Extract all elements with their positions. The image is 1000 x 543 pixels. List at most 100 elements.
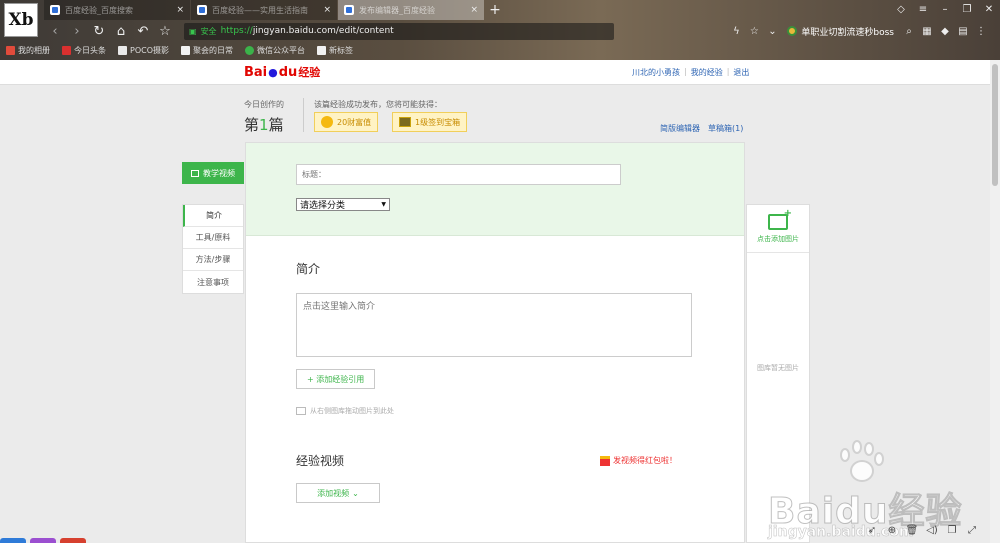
- tab-strip: 百度经验_百度搜索 × 百度经验——实用生活指南 × 发布编辑器_百度经验 × …: [44, 0, 505, 20]
- scrollbar-thumb[interactable]: [992, 64, 998, 186]
- simple-editor-link[interactable]: 简版编辑器: [660, 123, 700, 134]
- add-image-icon: [768, 208, 792, 230]
- bookmark-label: 微信公众平台: [257, 45, 306, 55]
- status-icons: ➶ ⊕ 🗑 ◁) ❐ ⤢: [862, 525, 982, 536]
- add-video-label: 添加视频: [317, 488, 350, 498]
- bookmark-item[interactable]: 新标签: [317, 45, 353, 56]
- today-count-suffix: 篇: [268, 116, 284, 134]
- fullscreen-icon[interactable]: ⤢: [962, 525, 982, 536]
- minimize-icon[interactable]: –: [934, 0, 956, 18]
- intro-heading: 简介: [296, 262, 321, 276]
- grid-icon[interactable]: ▦: [918, 22, 936, 40]
- intro-textarea[interactable]: [296, 293, 692, 357]
- logo-du: du: [278, 65, 298, 80]
- more-icon[interactable]: ⋮: [972, 22, 990, 40]
- tab-favicon: [197, 5, 207, 15]
- section-nav-notes[interactable]: 注意事项: [183, 271, 243, 293]
- today-stats: 今日创作的 第1篇: [244, 99, 284, 135]
- editor-header: 请选择分类 ▼: [246, 143, 744, 236]
- reward-treasure-badge: 1级签到宝箱: [392, 112, 468, 132]
- category-select[interactable]: 请选择分类 ▼: [296, 198, 390, 211]
- chevron-down-icon: ▼: [381, 201, 386, 208]
- drafts-link[interactable]: 草稿箱(1): [708, 123, 743, 134]
- logout-link[interactable]: 退出: [733, 67, 749, 78]
- bookmark-item[interactable]: POCO摄影: [118, 45, 169, 56]
- secure-lock-icon: ▣: [189, 26, 197, 36]
- close-icon[interactable]: ×: [176, 5, 184, 15]
- note-icon[interactable]: ▤: [954, 22, 972, 40]
- add-video-button[interactable]: 添加视频 ⌄: [296, 483, 380, 503]
- today-count: 第1篇: [244, 114, 284, 135]
- section-nav: 简介 工具/原料 方法/步骤 注意事项: [182, 204, 244, 294]
- close-icon[interactable]: ×: [323, 5, 331, 15]
- editor-panel: 请选择分类 ▼ 简介 + 添加经验引用 从右侧图库拖动图片到此处 经验视频 发视…: [245, 142, 745, 543]
- tab-label: 发布编辑器_百度经验: [359, 5, 435, 15]
- menu-icon[interactable]: ≡: [912, 0, 934, 18]
- title-input[interactable]: [296, 164, 621, 185]
- taskbar-app[interactable]: [60, 538, 86, 543]
- taskbar-app[interactable]: [30, 538, 56, 543]
- tab-favicon: [344, 5, 354, 15]
- tab-2[interactable]: 百度经验——实用生活指南 ×: [191, 0, 337, 20]
- search-icon[interactable]: ⌕: [900, 22, 918, 40]
- site-header: Bai ● du 经验 川北的小勇孩 | 我的经验 | 退出: [0, 60, 990, 85]
- section-nav-tools[interactable]: 工具/原料: [183, 227, 243, 249]
- browser-app-logo[interactable]: Xb: [4, 3, 38, 37]
- search-engine-label: 单职业切割流速秒boss: [801, 27, 894, 38]
- reload-icon[interactable]: ↻: [88, 21, 110, 41]
- red-packet-promo[interactable]: 发视频得红包啦！: [600, 455, 677, 466]
- section-nav-steps[interactable]: 方法/步骤: [183, 249, 243, 271]
- skin-icon[interactable]: ◇: [890, 0, 912, 18]
- close-icon[interactable]: ×: [470, 5, 478, 15]
- window-icon[interactable]: ❐: [942, 525, 962, 536]
- page-scrollbar[interactable]: [990, 60, 1000, 543]
- baidu-jingyan-logo[interactable]: Bai ● du 经验: [244, 64, 320, 80]
- volume-icon[interactable]: ◁): [922, 525, 942, 536]
- restore-icon[interactable]: ❐: [956, 0, 978, 18]
- tab-3[interactable]: 发布编辑器_百度经验 ×: [338, 0, 484, 20]
- forward-icon[interactable]: ›: [66, 21, 88, 41]
- drag-image-tip: 从右侧图库拖动图片到此处: [296, 406, 394, 416]
- new-tab-button[interactable]: +: [485, 0, 505, 20]
- username-link[interactable]: 川北的小勇孩: [632, 67, 680, 78]
- page-content: Bai ● du 经验 川北的小勇孩 | 我的经验 | 退出 今日创作的 第1篇…: [0, 60, 990, 543]
- bookmark-item[interactable]: 今日头条: [62, 45, 106, 56]
- add-reference-button[interactable]: + 添加经验引用: [296, 369, 376, 389]
- address-bar[interactable]: ▣ 安全 https:// jingyan.baidu.com/edit/con…: [184, 22, 614, 40]
- star-icon[interactable]: ☆: [154, 21, 176, 41]
- chevron-down-icon[interactable]: ⌄: [763, 22, 781, 40]
- my-jingyan-link[interactable]: 我的经验: [691, 67, 723, 78]
- section-nav-intro[interactable]: 简介: [183, 205, 243, 227]
- user-links: 川北的小勇孩 | 我的经验 | 退出: [632, 67, 750, 78]
- favorite-star-icon[interactable]: ☆: [745, 22, 763, 40]
- tab-1[interactable]: 百度经验_百度搜索 ×: [44, 0, 190, 20]
- close-window-icon[interactable]: ✕: [978, 0, 1000, 18]
- editor-links: 简版编辑器 草稿箱(1): [660, 123, 751, 134]
- today-count-prefix: 第: [244, 116, 260, 134]
- rocket-icon[interactable]: ➶: [862, 525, 882, 536]
- video-heading: 经验视频: [296, 454, 345, 468]
- lightning-icon[interactable]: ϟ: [727, 22, 745, 40]
- undo-icon[interactable]: ↶: [132, 21, 154, 41]
- reward-tip: 该篇经验成功发布，您将可能获得：: [314, 100, 442, 109]
- add-image-button[interactable]: 点击添加图片: [747, 205, 809, 253]
- divider: [303, 98, 304, 132]
- taskbar-app[interactable]: [0, 538, 26, 543]
- back-icon[interactable]: ‹: [44, 21, 66, 41]
- category-value: 请选择分类: [300, 201, 346, 211]
- url-scheme: https://: [220, 26, 253, 36]
- trash-icon[interactable]: 🗑: [902, 525, 922, 536]
- home-icon[interactable]: ⌂: [110, 21, 132, 41]
- extension-icon[interactable]: ◆: [936, 22, 954, 40]
- bookmark-item[interactable]: 聚会的日常: [181, 45, 233, 56]
- tutorial-video-button[interactable]: 教学视频: [182, 162, 244, 184]
- tab-label: 百度经验——实用生活指南: [212, 5, 308, 15]
- url-text: jingyan.baidu.com/edit/content: [252, 26, 394, 36]
- video-icon: [191, 169, 199, 177]
- download-icon[interactable]: ⊕: [882, 525, 902, 536]
- app-logo-text: Xb: [8, 10, 34, 30]
- bookmark-item[interactable]: 微信公众平台: [245, 45, 305, 56]
- bookmark-item[interactable]: 我的相册: [6, 45, 50, 56]
- paw-icon: ●: [268, 66, 278, 79]
- search-engine-selector[interactable]: 单职业切割流速秒boss: [787, 25, 894, 38]
